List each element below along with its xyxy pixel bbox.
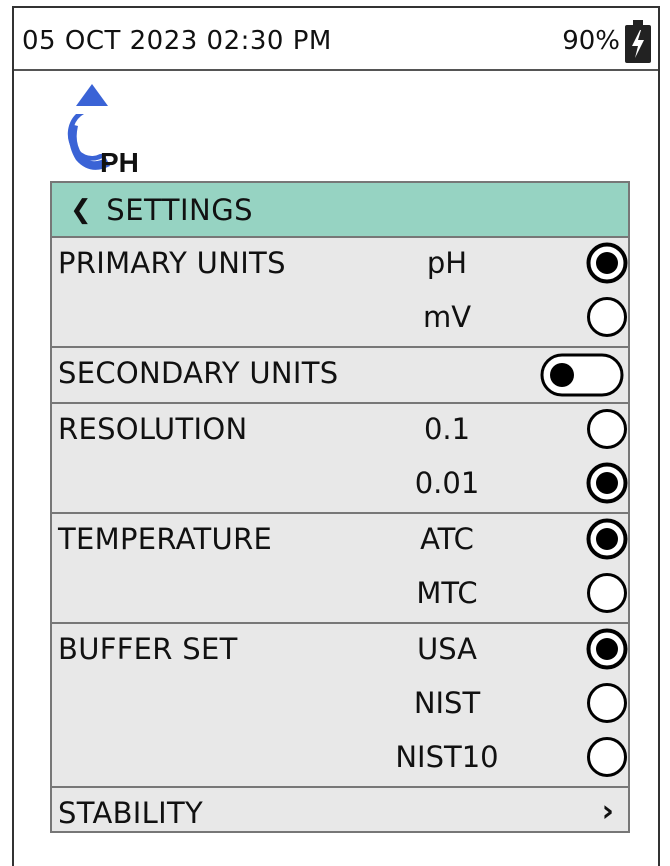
secondary-units-toggle[interactable] (540, 353, 624, 397)
radio-unselected-icon[interactable] (586, 682, 628, 724)
option-label: NIST (413, 686, 481, 720)
temperature-mtc-row[interactable]: MTC (52, 568, 628, 622)
stability-label: STABILITY (58, 796, 203, 830)
option-label: ATC (420, 522, 474, 556)
radio-unselected-icon[interactable] (586, 736, 628, 778)
device-frame: 05 OCT 2023 02:30 PM 90% PH ❮ SETTINGS P… (12, 6, 660, 866)
primary-units-ph-row[interactable]: PRIMARY UNITS pH (52, 238, 628, 292)
radio-unselected-icon[interactable] (586, 408, 628, 450)
radio-unselected-icon[interactable] (586, 572, 628, 614)
option-label: 0.01 (414, 466, 480, 500)
option-label: MTC (416, 576, 478, 610)
radio-selected-icon[interactable] (586, 462, 628, 504)
chevron-right-icon[interactable]: › (602, 794, 614, 829)
water-drop-logo-icon: PH (67, 84, 139, 176)
primary-units-mv-row[interactable]: mV (52, 292, 628, 346)
option-label: mV (422, 300, 472, 334)
settings-panel: ❮ SETTINGS PRIMARY UNITS pH mV SECONDARY… (50, 181, 630, 833)
battery-percent: 90% (562, 26, 620, 56)
primary-units-label: PRIMARY UNITS (58, 246, 286, 280)
secondary-units-label: SECONDARY UNITS (58, 356, 339, 390)
stability-section: STABILITY › (52, 788, 628, 842)
temperature-label: TEMPERATURE (58, 522, 273, 556)
resolution-0-01-row[interactable]: 0.01 (52, 458, 628, 512)
resolution-label: RESOLUTION (58, 412, 248, 446)
buffer-set-nist10-row[interactable]: NIST10 (52, 732, 628, 786)
radio-selected-icon[interactable] (586, 242, 628, 284)
status-bar: 05 OCT 2023 02:30 PM 90% (14, 8, 658, 71)
buffer-set-nist-row[interactable]: NIST (52, 678, 628, 732)
primary-units-section: PRIMARY UNITS pH mV (52, 238, 628, 348)
option-label: pH (426, 246, 468, 280)
radio-unselected-icon[interactable] (586, 296, 628, 338)
radio-selected-icon[interactable] (586, 628, 628, 670)
resolution-0-1-row[interactable]: RESOLUTION 0.1 (52, 404, 628, 458)
battery-charging-icon (625, 20, 651, 63)
radio-selected-icon[interactable] (586, 518, 628, 560)
page-title: SETTINGS (106, 192, 254, 227)
resolution-section: RESOLUTION 0.1 0.01 (52, 404, 628, 514)
settings-header[interactable]: ❮ SETTINGS (52, 183, 628, 238)
temperature-atc-row[interactable]: TEMPERATURE ATC (52, 514, 628, 568)
buffer-set-usa-row[interactable]: BUFFER SET USA (52, 624, 628, 678)
stability-row[interactable]: STABILITY › (52, 788, 628, 842)
datetime: 05 OCT 2023 02:30 PM (22, 26, 332, 56)
secondary-units-section: SECONDARY UNITS (52, 348, 628, 404)
option-label: USA (416, 632, 477, 666)
temperature-section: TEMPERATURE ATC MTC (52, 514, 628, 624)
buffer-set-section: BUFFER SET USA NIST NIST10 (52, 624, 628, 788)
logo-text: PH (100, 147, 139, 176)
secondary-units-row[interactable]: SECONDARY UNITS (52, 348, 628, 402)
option-label: 0.1 (423, 412, 471, 446)
chevron-left-icon[interactable]: ❮ (70, 195, 92, 225)
option-label: NIST10 (395, 740, 499, 774)
buffer-set-label: BUFFER SET (58, 632, 238, 666)
